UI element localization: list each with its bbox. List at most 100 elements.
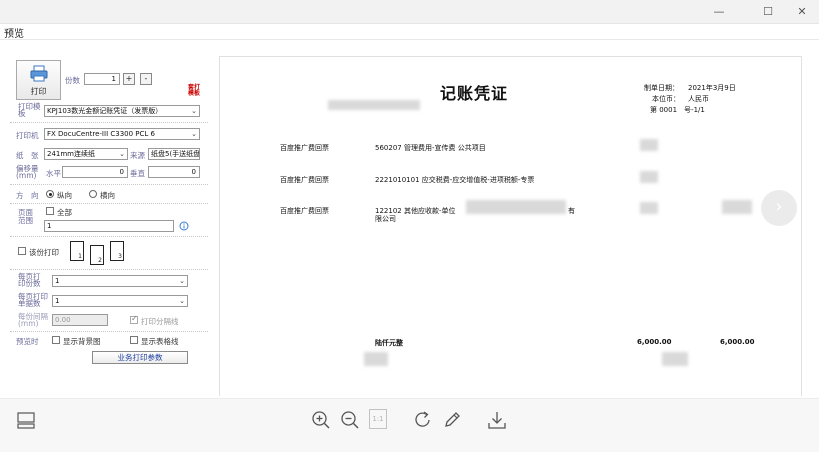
divider: [10, 184, 208, 185]
print-button[interactable]: 打印: [16, 60, 61, 100]
menu-preview[interactable]: 预览: [4, 25, 24, 40]
copies-plus-button[interactable]: +: [123, 73, 135, 85]
offset-label: 偏移量(mm): [16, 164, 39, 180]
printer-label: 打印机: [16, 131, 39, 140]
redacted-block: [328, 100, 420, 110]
close-button[interactable]: ✕: [785, 0, 819, 24]
copies-input[interactable]: 1: [84, 73, 120, 85]
currency-value: 人民币: [688, 95, 709, 103]
print-divider-label: 打印分隔线: [141, 317, 179, 326]
redacted-block: [364, 352, 388, 366]
next-page-button[interactable]: ›: [761, 190, 797, 226]
redacted-block: [662, 352, 688, 366]
menu-bar: 预览: [0, 24, 819, 40]
redacted-block: [640, 202, 658, 214]
horizontal-offset-input[interactable]: 0: [62, 166, 128, 178]
download-icon[interactable]: [486, 409, 508, 431]
vertical-label: 垂直: [130, 169, 145, 178]
row-account-tail: 有: [568, 207, 575, 215]
row-account: 560207 管理费用-宣传费 公共项目: [375, 144, 486, 152]
page-order-icon-1[interactable]: 1: [70, 241, 84, 261]
divider: [10, 122, 208, 123]
page-order-icon-3[interactable]: 3: [110, 241, 124, 261]
portrait-radio[interactable]: [46, 190, 54, 198]
per-page-copies-select[interactable]: 1 ⌄: [52, 275, 188, 287]
per-page-copies-value: 1: [55, 277, 60, 285]
duplex-label: 该份打印: [29, 248, 59, 257]
row-account: 2221010101 应交税费-应交增值税-进项税额-专票: [375, 176, 535, 184]
template-select-value: KPJ103数光金额记账凭证（发票版）: [47, 107, 163, 115]
show-background-checkbox[interactable]: [52, 336, 60, 344]
copies-minus-button[interactable]: -: [140, 73, 152, 85]
paper-select-value: 241mm连续纸: [47, 150, 95, 158]
currency-label: 本位币：: [652, 95, 680, 103]
zoom-in-icon[interactable]: [310, 409, 332, 431]
paper-label: 纸 张: [16, 151, 39, 160]
actual-size-icon[interactable]: 1:1: [369, 409, 387, 429]
chevron-down-icon: ⌄: [119, 150, 125, 158]
title-bar: — ☐ ✕: [0, 0, 819, 24]
per-page-rows-select[interactable]: 1 ⌄: [52, 295, 188, 307]
paper-select[interactable]: 241mm连续纸 ⌄: [44, 148, 128, 160]
duplex-checkbox[interactable]: [18, 247, 26, 255]
printer-icon: [30, 65, 48, 82]
show-background-label: 显示背景图: [63, 337, 101, 346]
redacted-block: [640, 139, 658, 151]
preview-when-label: 预览时: [16, 337, 39, 346]
pencil-icon[interactable]: [441, 409, 463, 431]
minimize-button[interactable]: —: [702, 0, 736, 24]
source-select[interactable]: 纸盘5(手送纸盘: [148, 148, 200, 160]
range-label: 页面范围: [18, 208, 33, 225]
zoom-out-icon[interactable]: [339, 409, 361, 431]
row-account-line2: 限公司: [375, 215, 396, 223]
redacted-block: [466, 200, 566, 214]
source-select-value: 纸盘5(手送纸盘: [151, 150, 200, 158]
chevron-right-icon: ›: [775, 196, 783, 217]
credit-total: 6,000.00: [720, 338, 755, 346]
divider: [10, 203, 208, 204]
redacted-block: [640, 171, 658, 183]
page-order-icon-2[interactable]: 2: [90, 245, 104, 265]
rotate-icon[interactable]: [412, 409, 434, 431]
chevron-down-icon: ⌄: [191, 107, 197, 115]
page-range-input[interactable]: 1: [44, 220, 174, 232]
vertical-offset-input[interactable]: 0: [148, 166, 200, 178]
info-icon[interactable]: [179, 221, 189, 231]
bottom-toolbar: 1:1: [0, 398, 819, 452]
landscape-label: 横向: [100, 191, 115, 200]
per-page-rows-value: 1: [55, 297, 60, 305]
maximize-button[interactable]: ☐: [751, 0, 785, 24]
template-label: 打印模板: [18, 102, 41, 118]
all-pages-checkbox[interactable]: [46, 207, 54, 215]
chevron-down-icon: ⌄: [179, 297, 185, 305]
business-print-params-button[interactable]: 业务打印参数: [92, 351, 188, 364]
printer-select[interactable]: FX DocuCentre-III C3300 PCL 6 ⌄: [44, 128, 200, 140]
layout-icon[interactable]: [15, 409, 37, 431]
date-label: 制单日期：: [644, 84, 679, 92]
row-summary: 百度推广费回票: [280, 176, 329, 184]
spacing-input[interactable]: 0.00: [52, 314, 108, 326]
landscape-radio[interactable]: [89, 190, 97, 198]
horizontal-label: 水平: [46, 169, 61, 178]
redacted-block: [722, 200, 752, 214]
show-table-lines-label: 显示表格线: [141, 337, 179, 346]
copies-label: 份数: [65, 76, 80, 85]
print-divider-checkbox[interactable]: [130, 314, 138, 324]
template-stamp-label: 套打模板: [188, 84, 201, 97]
total-in-words: 陆仟元整: [375, 339, 403, 347]
debit-total: 6,000.00: [637, 338, 672, 346]
print-button-label: 打印: [30, 87, 47, 96]
spacing-label: 每份间隔(mm): [18, 312, 48, 328]
per-page-rows-label: 每页打印单据数: [18, 292, 48, 308]
template-select[interactable]: KPJ103数光金额记账凭证（发票版） ⌄: [44, 105, 200, 117]
row-summary: 百度推广费回票: [280, 207, 329, 215]
per-page-copies-label: 每页打印份数: [18, 272, 41, 288]
portrait-label: 纵向: [57, 191, 72, 200]
document-title: 记账凭证: [440, 84, 509, 103]
direction-label: 方 向: [16, 191, 39, 200]
printer-select-value: FX DocuCentre-III C3300 PCL 6: [47, 130, 155, 138]
divider: [10, 269, 208, 270]
chevron-down-icon: ⌄: [179, 277, 185, 285]
show-table-lines-checkbox[interactable]: [130, 336, 138, 344]
divider: [10, 331, 208, 332]
